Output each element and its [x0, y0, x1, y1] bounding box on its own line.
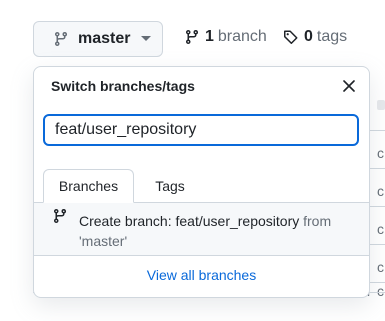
tab-tags[interactable]: Tags [140, 169, 200, 203]
background-text: c [377, 183, 384, 199]
create-branch-from: from [303, 213, 332, 229]
branch-filter-wrapper [43, 114, 359, 146]
create-branch-text: Create branch: feat/user_repository from… [79, 211, 349, 251]
create-branch-name: feat/user_repository [175, 213, 300, 229]
background-element [377, 100, 385, 110]
tags-count: 0 [304, 28, 313, 45]
dropdown-title: Switch branches/tags [51, 78, 195, 94]
create-branch-source: 'master' [79, 233, 128, 249]
branches-count: 1 [205, 28, 214, 45]
branch-filter-input[interactable] [43, 114, 359, 146]
create-branch-prefix: Create branch: [79, 213, 172, 229]
triangle-down-icon [141, 36, 152, 42]
background-text: c [377, 221, 384, 237]
branches-label: branch [217, 28, 267, 45]
dropdown-header: Switch branches/tags [34, 67, 369, 107]
close-button[interactable] [339, 76, 359, 96]
background-text: c [377, 145, 384, 161]
current-branch-name: master [78, 30, 131, 47]
background-text: c [377, 283, 384, 299]
git-branch-icon [52, 208, 68, 224]
branches-count-link[interactable]: 1 branch [184, 28, 267, 46]
branch-select-button[interactable]: master [33, 21, 163, 57]
x-icon [343, 80, 355, 92]
background-text: c [377, 259, 384, 275]
git-branch-icon [184, 29, 200, 45]
git-branch-icon [53, 31, 69, 47]
create-branch-item[interactable]: Create branch: feat/user_repository from… [34, 203, 369, 256]
tag-icon [283, 29, 299, 45]
view-all-branches-link[interactable]: View all branches [34, 267, 369, 283]
tags-label: tags [316, 28, 348, 45]
tab-branches[interactable]: Branches [43, 169, 134, 203]
branch-switcher-dropdown: Switch branches/tags Branches Tags Creat… [33, 66, 370, 298]
tags-count-link[interactable]: 0 tags [283, 28, 347, 46]
